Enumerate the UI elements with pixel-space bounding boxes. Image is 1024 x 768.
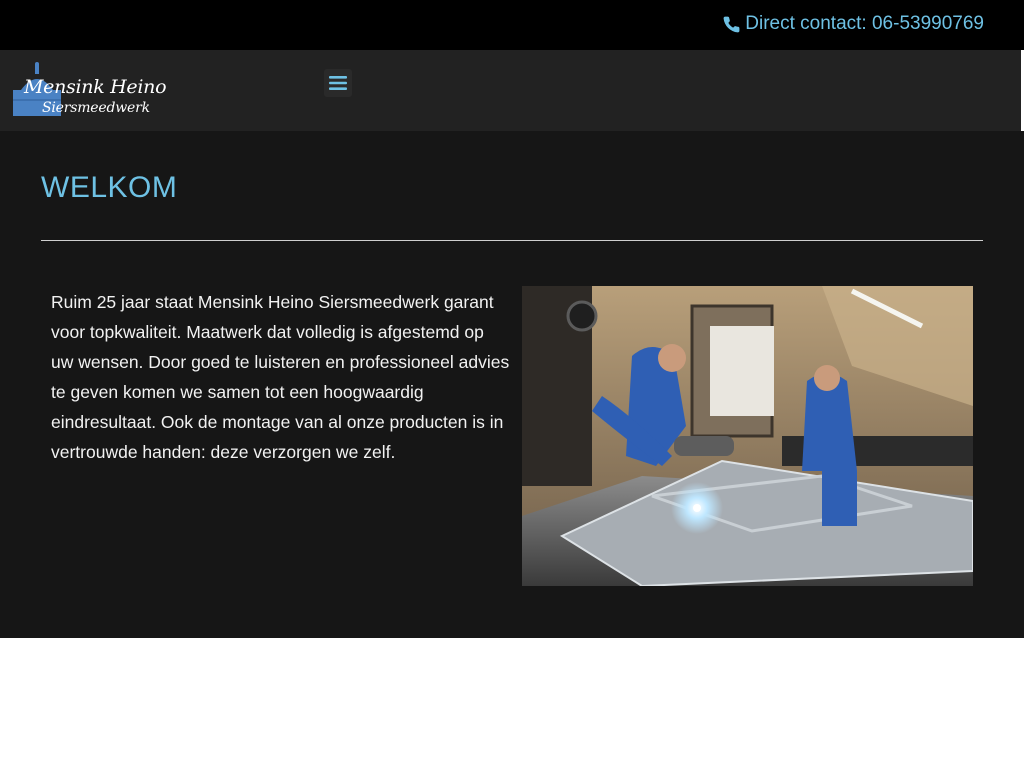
title-divider [41, 240, 983, 241]
direct-contact-link[interactable]: Direct contact: 06-53990769 [722, 13, 984, 35]
intro-paragraph: Ruim 25 jaar staat Mensink Heino Siersme… [51, 292, 510, 462]
hamburger-menu-icon [328, 73, 348, 93]
welcome-section: WELKOM Ruim 25 jaar staat Mensink Heino … [0, 131, 1024, 638]
logo-tagline: Siersmeedwerk [42, 100, 150, 116]
site-logo[interactable]: Mensink Heino Siersmeedwerk [12, 62, 167, 120]
menu-toggle-button[interactable] [324, 69, 352, 97]
phone-icon [722, 15, 741, 34]
page-title: WELKOM [41, 171, 178, 204]
logo-name: Mensink Heino [24, 76, 167, 98]
workshop-photo [522, 286, 973, 586]
direct-contact-label: Direct contact: 06-53990769 [745, 13, 984, 34]
workshop-photo-illustration [522, 286, 973, 586]
site-header: Mensink Heino Siersmeedwerk [0, 50, 1021, 131]
top-bar: Direct contact: 06-53990769 [0, 0, 1024, 50]
